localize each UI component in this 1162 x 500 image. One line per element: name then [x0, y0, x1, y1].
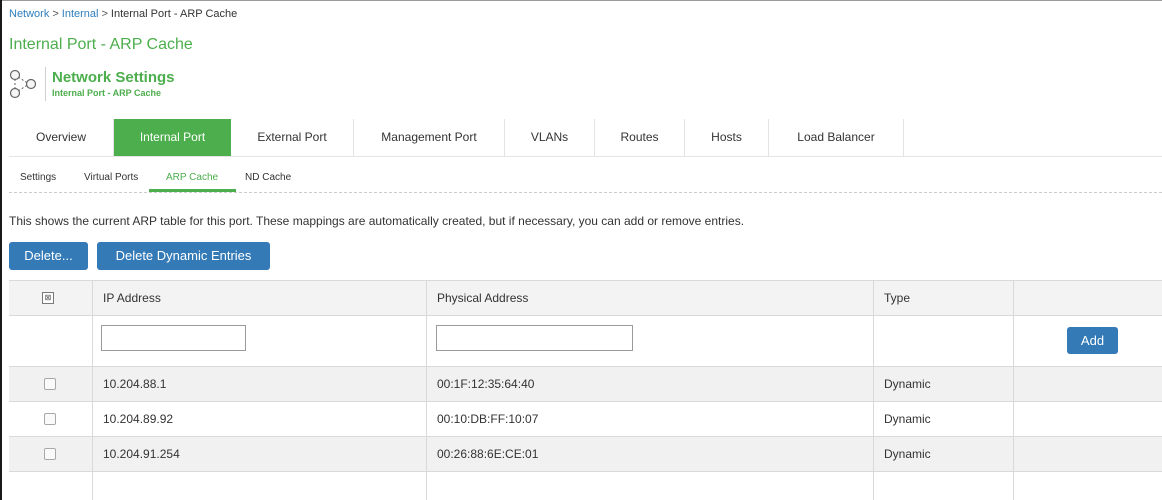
ip-address-value: 10.204.88.1	[103, 377, 167, 391]
new-entry-select-cell	[9, 316, 93, 366]
header-select-cell: ⊠	[9, 281, 93, 315]
subtab-settings[interactable]: Settings	[20, 172, 56, 183]
active-subtab-indicator	[149, 189, 236, 192]
table-row: 10.204.89.92 00:10:DB:FF:10:07 Dynamic	[9, 402, 1162, 437]
tab-management-port[interactable]: Management Port	[354, 119, 505, 156]
tab-routes[interactable]: Routes	[595, 119, 685, 156]
section-divider	[45, 67, 46, 101]
new-entry-row: Add	[9, 316, 1162, 367]
row-checkbox[interactable]	[44, 448, 56, 460]
breadcrumb-link-network[interactable]: Network	[9, 8, 49, 20]
row-checkbox[interactable]	[44, 413, 56, 425]
empty-cell	[93, 472, 427, 500]
new-entry-type-cell	[874, 316, 1014, 366]
delete-dynamic-entries-button[interactable]: Delete Dynamic Entries	[97, 242, 270, 270]
header-actions-cell	[1014, 281, 1162, 315]
main-tabs: Overview Internal Port External Port Man…	[9, 119, 1162, 157]
column-header-type: Type	[884, 291, 911, 305]
ip-address-value: 10.204.89.92	[103, 412, 174, 426]
table-row: 10.204.91.254 00:26:88:6E:CE:01 Dynamic	[9, 437, 1162, 472]
physical-address-value: 00:10:DB:FF:10:07	[437, 412, 539, 426]
new-entry-action-cell: Add	[1014, 316, 1162, 366]
column-header-mac: Physical Address	[437, 291, 529, 305]
empty-cell	[427, 472, 874, 500]
action-cell	[1014, 437, 1162, 471]
subtab-arp-cache[interactable]: ARP Cache	[166, 172, 218, 183]
action-cell	[1014, 367, 1162, 401]
ip-cell: 10.204.88.1	[93, 367, 427, 401]
sub-tabs: Settings Virtual Ports ARP Cache ND Cach…	[9, 167, 1162, 193]
breadcrumb-current: Internal Port - ARP Cache	[110, 8, 238, 20]
tab-overview[interactable]: Overview	[9, 119, 114, 156]
page-title: Internal Port - ARP Cache	[9, 36, 193, 53]
header-ip-cell[interactable]: IP Address	[93, 281, 427, 315]
table-header-row: ⊠ IP Address Physical Address Type	[9, 280, 1162, 316]
mac-cell: 00:10:DB:FF:10:07	[427, 402, 874, 436]
type-cell: Dynamic	[874, 437, 1014, 471]
select-all-checkbox[interactable]: ⊠	[42, 292, 54, 304]
page-description: This shows the current ARP table for thi…	[9, 214, 745, 228]
section-text: Network Settings Internal Port - ARP Cac…	[52, 69, 175, 99]
type-cell: Dynamic	[874, 367, 1014, 401]
ip-cell: 10.204.91.254	[93, 437, 427, 471]
row-select-cell	[9, 402, 93, 436]
new-entry-ip-cell	[93, 316, 427, 366]
table-row-empty	[9, 472, 1162, 500]
mac-cell: 00:1F:12:35:64:40	[427, 367, 874, 401]
delete-button[interactable]: Delete...	[9, 242, 88, 270]
type-value: Dynamic	[884, 447, 931, 461]
empty-cell	[9, 472, 93, 500]
window-left-border	[0, 0, 2, 500]
section-title: Network Settings	[52, 69, 175, 86]
new-entry-mac-cell	[427, 316, 874, 366]
tab-internal-port[interactable]: Internal Port	[114, 119, 231, 156]
mac-cell: 00:26:88:6E:CE:01	[427, 437, 874, 471]
window-top-border	[0, 0, 1162, 1]
header-mac-cell[interactable]: Physical Address	[427, 281, 874, 315]
section-subtitle: Internal Port - ARP Cache	[52, 88, 162, 98]
physical-address-value: 00:26:88:6E:CE:01	[437, 447, 539, 461]
column-header-ip: IP Address	[103, 291, 161, 305]
ip-address-value: 10.204.91.254	[103, 447, 180, 461]
table-row: 10.204.88.1 00:1F:12:35:64:40 Dynamic	[9, 367, 1162, 402]
subtab-virtual-ports[interactable]: Virtual Ports	[84, 172, 138, 183]
subtab-nd-cache[interactable]: ND Cache	[245, 172, 291, 183]
row-select-cell	[9, 367, 93, 401]
row-select-cell	[9, 437, 93, 471]
empty-cell	[1014, 472, 1162, 500]
action-cell	[1014, 402, 1162, 436]
type-cell: Dynamic	[874, 402, 1014, 436]
add-button[interactable]: Add	[1067, 327, 1118, 354]
row-checkbox[interactable]	[44, 378, 56, 390]
tab-external-port[interactable]: External Port	[231, 119, 354, 156]
header-type-cell[interactable]: Type	[874, 281, 1014, 315]
section-header: Network Settings Internal Port - ARP Cac…	[9, 66, 175, 102]
breadcrumb: Network > Internal > Internal Port - ARP Cac…	[9, 8, 237, 20]
ip-cell: 10.204.89.92	[93, 402, 427, 436]
physical-address-input[interactable]	[436, 325, 633, 351]
ip-address-input[interactable]	[101, 325, 246, 351]
tab-load-balancer[interactable]: Load Balancer	[769, 119, 904, 156]
tab-vlans[interactable]: VLANs	[505, 119, 595, 156]
breadcrumb-separator: >	[101, 8, 108, 20]
type-value: Dynamic	[884, 412, 931, 426]
physical-address-value: 00:1F:12:35:64:40	[437, 377, 535, 391]
network-icon	[9, 68, 39, 100]
breadcrumb-link-internal[interactable]: Internal	[62, 8, 99, 20]
type-value: Dynamic	[884, 377, 931, 391]
breadcrumb-separator: >	[52, 8, 59, 20]
empty-cell	[874, 472, 1014, 500]
tab-hosts[interactable]: Hosts	[685, 119, 769, 156]
